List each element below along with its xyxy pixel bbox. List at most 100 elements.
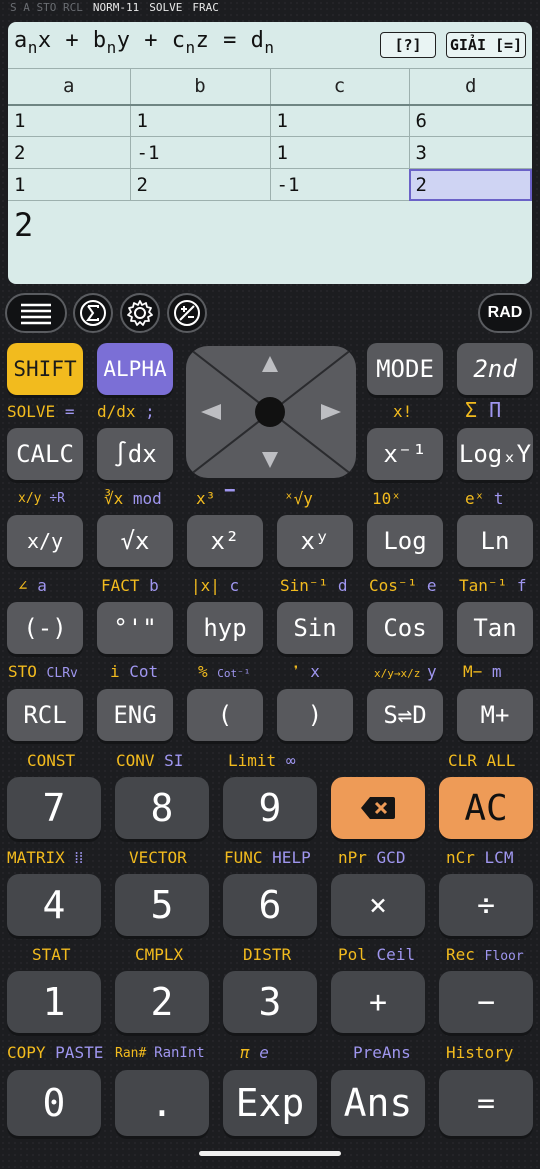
digit-4-key[interactable]: 4 xyxy=(7,874,101,936)
table-cell[interactable]: -1 xyxy=(270,168,410,201)
digit-5-key[interactable]: 5 xyxy=(115,874,209,936)
table-row: 1 1 1 6 xyxy=(8,104,532,137)
var-a-label: a xyxy=(37,576,47,595)
digit-0-key[interactable]: 0 xyxy=(7,1070,101,1136)
digit-7-key[interactable]: 7 xyxy=(7,777,101,839)
log-key[interactable]: Log xyxy=(367,515,443,567)
fact-label: FACT xyxy=(101,576,140,595)
column-header-c: c xyxy=(270,68,410,106)
tan-key[interactable]: Tan xyxy=(457,602,533,654)
divide-key[interactable]: ÷ xyxy=(439,874,533,936)
fraction-convert-label: x/y→x/z xyxy=(374,667,421,680)
angle-mode-button[interactable]: RAD xyxy=(478,293,532,333)
factorial-label: x! xyxy=(393,402,413,421)
power-key[interactable]: xʸ xyxy=(277,515,353,567)
exp-key[interactable]: Exp xyxy=(223,1070,317,1136)
hyp-key[interactable]: hyp xyxy=(187,602,263,654)
multiply-key[interactable]: × xyxy=(331,874,425,936)
table-cell[interactable]: 6 xyxy=(409,104,532,137)
help-button[interactable]: [?] xyxy=(380,32,436,58)
const-label: CONST xyxy=(27,751,76,770)
ans-key[interactable]: Ans xyxy=(331,1070,425,1136)
copy-label: COPY xyxy=(7,1043,46,1062)
ln-key[interactable]: Ln xyxy=(457,515,533,567)
digit-2-key[interactable]: 2 xyxy=(115,971,209,1033)
percent-label: % xyxy=(198,662,208,681)
vector-label: VECTOR xyxy=(129,848,187,867)
settings-button[interactable] xyxy=(120,293,160,333)
open-paren-key[interactable]: ( xyxy=(187,689,263,741)
digit-9-key[interactable]: 9 xyxy=(223,777,317,839)
sigma-button[interactable] xyxy=(73,293,113,333)
delete-key[interactable] xyxy=(331,777,425,839)
sum-label: Σ xyxy=(465,398,478,422)
randint-label: RanInt xyxy=(154,1045,205,1061)
digit-8-key[interactable]: 8 xyxy=(115,777,209,839)
shift-key[interactable]: SHIFT xyxy=(7,343,83,395)
ten-power-label: 10ˣ xyxy=(372,489,401,508)
fraction-key[interactable]: x/y xyxy=(7,515,83,567)
solve-label: SOLVE xyxy=(7,402,56,421)
arrow-up-icon xyxy=(262,356,278,372)
sto-label: STO xyxy=(8,662,37,681)
mode-key[interactable]: MODE xyxy=(367,343,443,395)
div-remainder-label: ÷R xyxy=(49,491,65,506)
add-key[interactable]: + xyxy=(331,971,425,1033)
digit-1-key[interactable]: 1 xyxy=(7,971,101,1033)
abs-label: |x| xyxy=(191,576,220,595)
s-to-d-key[interactable]: S⇌D xyxy=(367,689,443,741)
table-cell[interactable]: 2 xyxy=(8,136,131,169)
rec-label: Rec xyxy=(446,945,475,964)
arrow-left-icon xyxy=(201,404,221,420)
var-e-label: e xyxy=(426,576,437,595)
arrow-down-icon xyxy=(262,452,278,468)
home-indicator[interactable] xyxy=(199,1151,341,1156)
all-clear-key[interactable]: AC xyxy=(439,777,533,839)
menu-button[interactable] xyxy=(5,293,67,333)
solve-button[interactable]: GIẢI [=] xyxy=(446,32,526,58)
table-cell[interactable]: 2 xyxy=(130,168,271,201)
calc-key[interactable]: CALC xyxy=(7,428,83,480)
equals-key[interactable]: = xyxy=(439,1070,533,1136)
cos-key[interactable]: Cos xyxy=(367,602,443,654)
digit-3-key[interactable]: 3 xyxy=(223,971,317,1033)
distr-label: DISTR xyxy=(243,945,292,964)
direction-pad[interactable] xyxy=(186,346,356,478)
negative-key[interactable]: (-) xyxy=(7,602,83,654)
alpha-key[interactable]: ALPHA xyxy=(97,343,173,395)
menu-icon xyxy=(21,303,51,325)
eng-key[interactable]: ENG xyxy=(97,689,173,741)
integral-key[interactable]: ∫dx xyxy=(97,428,173,480)
digit-6-key[interactable]: 6 xyxy=(223,874,317,936)
degrees-key[interactable]: °'" xyxy=(97,602,173,654)
table-cell[interactable]: 1 xyxy=(270,104,410,137)
sin-key[interactable]: Sin xyxy=(277,602,353,654)
square-key[interactable]: x² xyxy=(187,515,263,567)
table-cell[interactable]: 1 xyxy=(130,104,271,137)
plus-minus-button[interactable] xyxy=(167,293,207,333)
table-cell-selected[interactable]: 2 xyxy=(409,168,532,201)
m-plus-key[interactable]: M+ xyxy=(457,689,533,741)
second-function-key[interactable]: 2nd xyxy=(457,343,533,395)
matrix-label: MATRIX xyxy=(7,848,65,867)
table-cell[interactable]: 1 xyxy=(8,104,131,137)
lcm-label: LCM xyxy=(484,848,514,867)
logxy-key[interactable]: LogₓY xyxy=(457,428,533,480)
rcl-key[interactable]: RCL xyxy=(7,689,83,741)
subtract-key[interactable]: − xyxy=(439,971,533,1033)
angle-label: ∠ xyxy=(18,576,28,595)
table-cell[interactable]: 1 xyxy=(8,168,131,201)
sqrt-key[interactable]: √x xyxy=(97,515,173,567)
status-bar: S A STO RCL NORM-11 SOLVE FRAC xyxy=(0,0,540,16)
reciprocal-key[interactable]: x⁻¹ xyxy=(367,428,443,480)
matrix-grid-icon: ⁞⁞ xyxy=(64,848,84,867)
close-paren-key[interactable]: ) xyxy=(277,689,353,741)
column-header-d: d xyxy=(409,68,532,106)
table-cell[interactable]: 1 xyxy=(270,136,410,169)
table-cell[interactable]: -1 xyxy=(130,136,271,169)
table-row: 2 -1 1 3 xyxy=(8,136,532,169)
decimal-point-key[interactable]: . xyxy=(115,1070,209,1136)
var-b-label: b xyxy=(149,576,159,595)
table-cell[interactable]: 3 xyxy=(409,136,532,169)
help-label: HELP xyxy=(272,848,311,867)
